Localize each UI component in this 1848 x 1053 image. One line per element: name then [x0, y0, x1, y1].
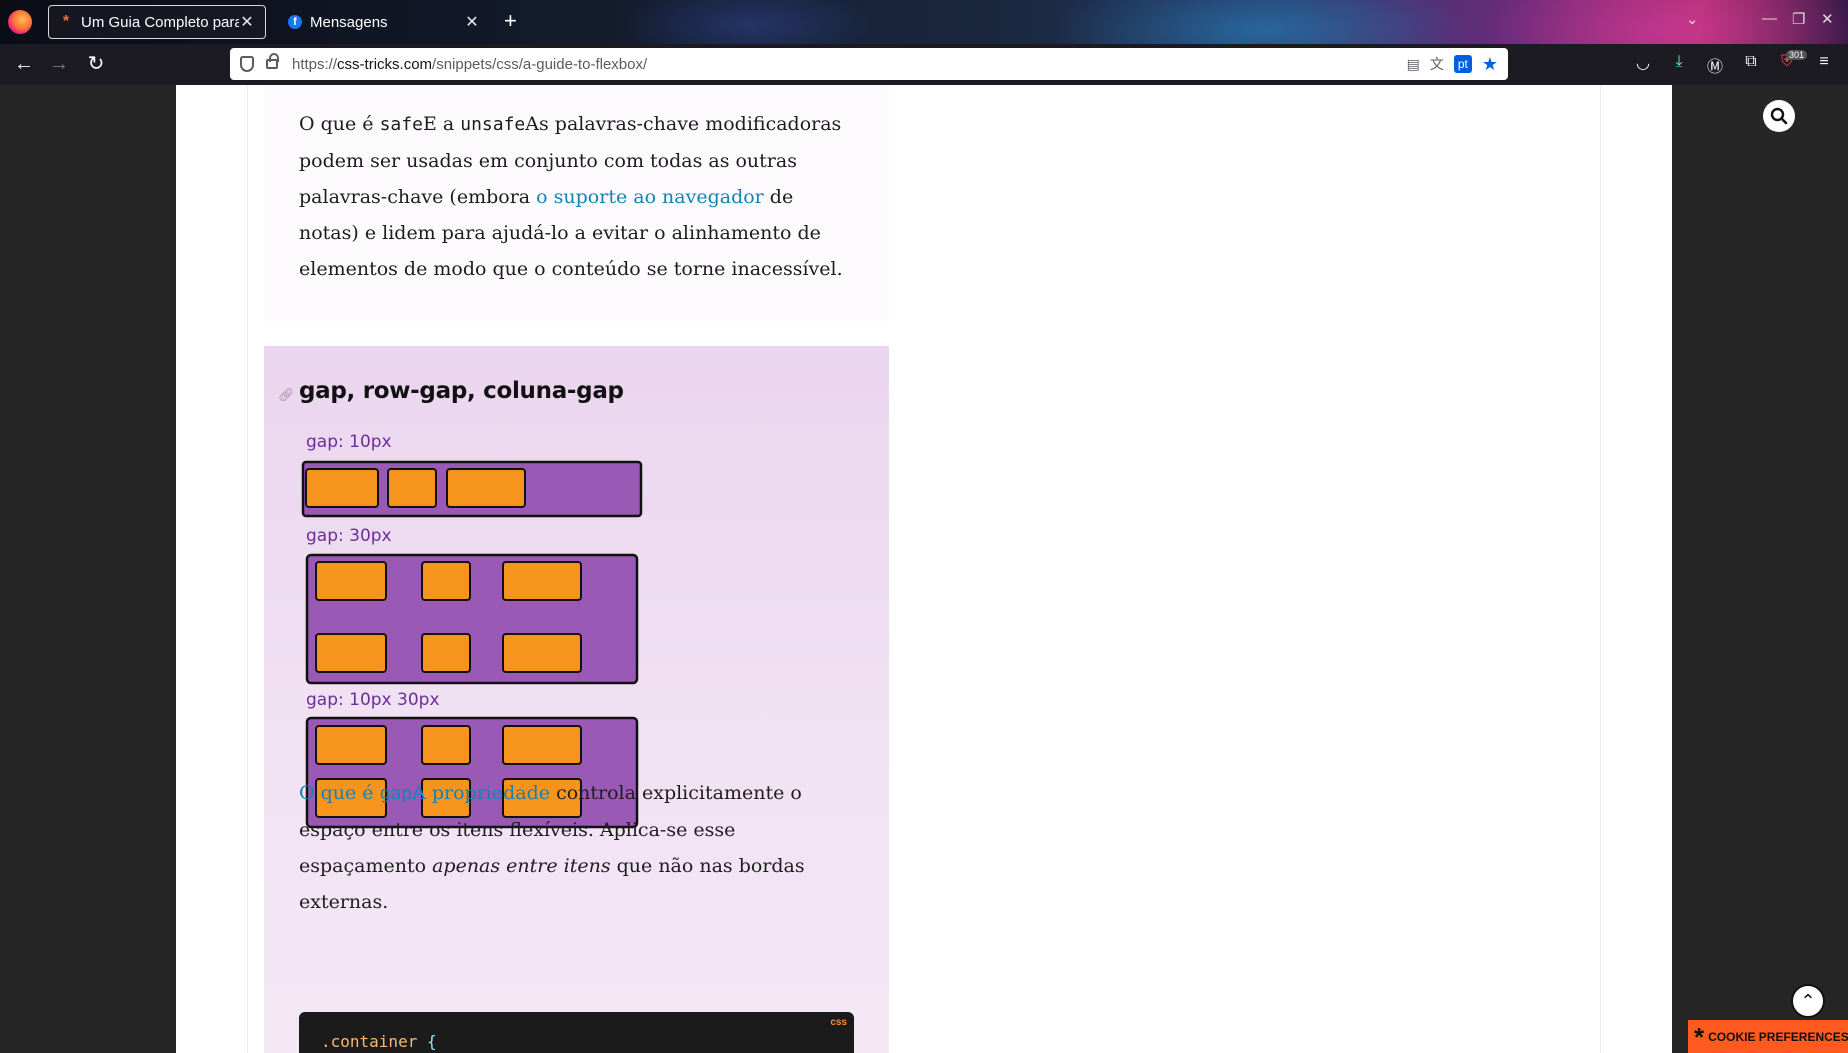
reload-icon[interactable]: ↻: [82, 52, 110, 76]
reader-view-icon[interactable]: ▤: [1407, 56, 1420, 73]
flex-item: [502, 725, 582, 765]
flex-item: [315, 633, 387, 673]
new-tab-button[interactable]: +: [504, 9, 517, 33]
css-tricks-asterisk-icon: *: [62, 13, 70, 30]
cookie-preferences-label: COOKIE PREFERENCES: [1708, 1029, 1848, 1044]
restore-icon[interactable]: ❐: [1792, 10, 1805, 28]
address-bar[interactable]: https://css-tricks.com/snippets/css/a-gu…: [230, 48, 1508, 80]
flex-item: [421, 561, 471, 601]
tab-messages[interactable]: f Mensagens ✕: [278, 5, 490, 39]
code-block[interactable]: css .container {: [299, 1012, 854, 1053]
close-window-icon[interactable]: ✕: [1821, 10, 1834, 28]
translate-language-badge[interactable]: pt: [1453, 55, 1472, 73]
flex-item: [387, 468, 437, 508]
minimize-icon[interactable]: —: [1762, 10, 1777, 27]
account-icon[interactable]: Ⓜ: [1704, 53, 1726, 77]
tab-title: Mensagens: [310, 13, 388, 31]
flex-item: [446, 468, 526, 508]
flex-item: [315, 561, 387, 601]
search-icon: [1770, 107, 1788, 125]
list-all-tabs-icon[interactable]: ⌄: [1686, 10, 1699, 28]
asterisk-icon: *: [1694, 1021, 1705, 1052]
code-language-label: css: [830, 1017, 847, 1028]
chevron-up-icon: ⌃: [1800, 990, 1816, 1011]
extension-badge: 301: [1786, 50, 1808, 60]
bookmark-star-icon[interactable]: ★: [1482, 54, 1498, 75]
tab-bar: * Um Guia Completo para ✕ f Mensagens ✕ …: [0, 0, 1848, 44]
flex-item: [421, 725, 471, 765]
extensions-icon[interactable]: ⧉: [1740, 53, 1762, 71]
flex-item: [315, 725, 387, 765]
flex-item: [502, 633, 582, 673]
gap-illustration: [301, 460, 643, 829]
close-tab-icon[interactable]: ✕: [464, 12, 480, 32]
url-text[interactable]: https://css-tricks.com/snippets/css/a-gu…: [292, 56, 647, 73]
pocket-icon[interactable]: ◡: [1632, 53, 1654, 73]
tab-title: Um Guia Completo para: [81, 13, 239, 31]
back-arrow-icon[interactable]: ←: [10, 52, 38, 76]
downloads-icon[interactable]: ⤓: [1668, 53, 1690, 71]
flex-item: [305, 468, 379, 508]
paragraph-gap: O que é gapA propriedade controla explic…: [299, 782, 805, 913]
firefox-logo-icon[interactable]: [8, 10, 32, 34]
code-line: .container {: [321, 1032, 437, 1051]
flex-item: [502, 561, 582, 601]
close-tab-icon[interactable]: ✕: [239, 12, 255, 32]
flex-item: [421, 633, 471, 673]
translate-icon[interactable]: 文: [1430, 54, 1444, 74]
facebook-icon: f: [288, 15, 302, 29]
back-to-top-button[interactable]: ⌃: [1791, 984, 1825, 1018]
lock-icon[interactable]: [266, 53, 279, 69]
tab-css-tricks[interactable]: * Um Guia Completo para ✕: [48, 5, 266, 39]
cookie-preferences-button[interactable]: * COOKIE PREFERENCES: [1688, 1020, 1848, 1053]
tracking-protection-shield-icon[interactable]: [240, 56, 254, 72]
forward-arrow-icon[interactable]: →: [45, 52, 73, 76]
menu-icon[interactable]: ≡: [1813, 53, 1835, 71]
search-button[interactable]: [1763, 100, 1795, 132]
gap-property-link[interactable]: O que é gapA propriedade: [299, 782, 550, 804]
page-viewport: O que é safeE a unsafeAs palavras-chave …: [0, 85, 1848, 1053]
